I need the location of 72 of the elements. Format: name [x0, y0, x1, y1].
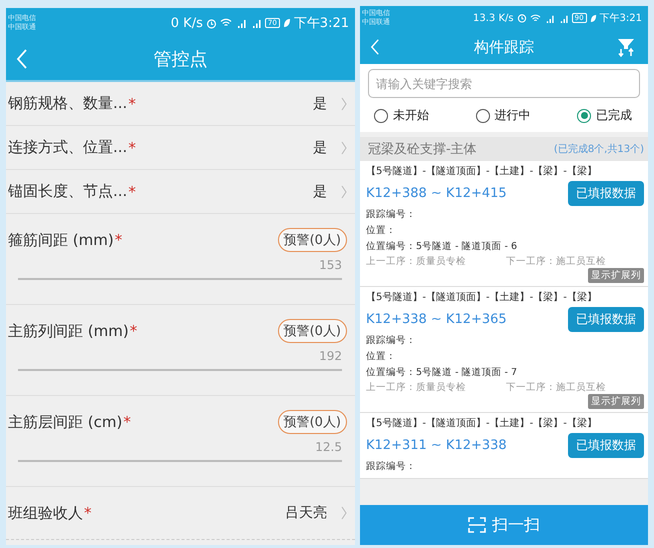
- form-row[interactable]: 锚固长度、节点...* 是: [6, 170, 355, 214]
- previous-step: 上一工序：质量员专检: [366, 255, 466, 268]
- required-mark: *: [128, 94, 136, 112]
- field-value: 吕天亮: [285, 504, 327, 522]
- warning-badge[interactable]: 预警(0人): [278, 228, 347, 252]
- required-mark: *: [123, 413, 131, 431]
- required-mark: *: [114, 231, 122, 249]
- card-field: 跟踪编号：: [366, 459, 644, 475]
- field-label: 班组验收人: [8, 504, 83, 522]
- network-speed: 0 K/s: [170, 16, 203, 30]
- previous-step: 上一工序：质量员专检: [366, 381, 466, 394]
- field-label: 连接方式、位置...: [8, 138, 128, 157]
- network-speed: 13.3 K/s: [473, 12, 514, 24]
- card-field: 位置编号：5号隧道 - 隧道顶面 - 7: [366, 365, 644, 381]
- radio-label[interactable]: 未开始: [393, 107, 429, 124]
- field-label: 钢筋规格、数量...: [8, 94, 128, 113]
- input-field[interactable]: 153: [18, 258, 342, 280]
- field-label: 锚固长度、节点...: [8, 182, 128, 201]
- radio-button[interactable]: [476, 108, 490, 122]
- input-field[interactable]: 12.5: [18, 440, 342, 462]
- page-title: 管控点: [154, 48, 208, 71]
- wifi-icon: [530, 14, 541, 22]
- page-title: 构件跟踪: [474, 38, 534, 56]
- leaf-icon: [590, 14, 597, 22]
- component-path: 【5号隧道】-【隧道顶面】-【土建】-【梁】-【梁】: [366, 291, 598, 305]
- warning-badge[interactable]: 预警(0人): [278, 410, 347, 434]
- card-field: 位置：: [366, 223, 644, 239]
- radio-button[interactable]: [577, 108, 591, 122]
- clock-time: 下午3:21: [294, 15, 349, 32]
- field-value: 是: [313, 182, 327, 200]
- mileage-range: K12+338 ~ K12+365: [366, 312, 507, 326]
- card-field: 跟踪编号：: [366, 333, 644, 349]
- required-mark: *: [128, 182, 136, 200]
- card-field: 跟踪编号：: [366, 207, 644, 223]
- required-mark: *: [130, 322, 138, 340]
- mileage-range: K12+311 ~ K12+338: [366, 438, 507, 452]
- form-row[interactable]: 钢筋规格、数量...* 是: [6, 82, 355, 126]
- radio-label[interactable]: 已完成: [596, 107, 632, 124]
- field-label: 箍筋间距 (mm): [8, 230, 114, 250]
- field-value: 是: [313, 138, 327, 156]
- mileage-range: K12+388 ~ K12+415: [366, 186, 507, 200]
- component-path: 【5号隧道】-【隧道顶面】-【土建】-【梁】-【梁】: [366, 417, 598, 431]
- required-mark: *: [128, 138, 136, 156]
- field-label: 主筋列间距 (mm): [8, 322, 129, 340]
- section-summary: (已完成8个,共13个): [554, 142, 644, 156]
- input-field[interactable]: 192: [18, 349, 342, 371]
- field-label: 主筋层间距 (cm): [8, 412, 122, 432]
- chevron-icon: [341, 96, 347, 110]
- field-value: 是: [313, 94, 327, 112]
- card-field: 位置：: [366, 349, 644, 365]
- radio-button[interactable]: [374, 108, 388, 122]
- wifi-icon: [220, 18, 232, 28]
- next-step: 下一工序：施工员互检: [506, 381, 606, 394]
- next-step: 下一工序：施工员互检: [506, 255, 606, 268]
- leaf-icon: [282, 18, 291, 28]
- clock-time: 下午3:21: [600, 12, 642, 25]
- required-mark: *: [84, 504, 92, 522]
- scan-icon: [468, 517, 486, 533]
- chevron-icon: [341, 184, 347, 198]
- component-path: 【5号隧道】-【隧道顶面】-【土建】-【梁】-【梁】: [366, 165, 598, 179]
- chevron-icon: [341, 506, 347, 520]
- chevron-icon: [341, 140, 347, 154]
- alarm-icon: [206, 18, 217, 28]
- search-field[interactable]: 请输入关键字搜索: [368, 69, 640, 98]
- component-card[interactable]: 【5号隧道】-【隧道顶面】-【土建】-【梁】-【梁】 K12+311 ~ K12+338 已填报数据 跟踪编号：: [360, 413, 648, 479]
- filter-sort-icon[interactable]: [616, 37, 636, 57]
- alarm-icon: [516, 13, 527, 23]
- warning-badge[interactable]: 预警(0人): [278, 319, 347, 343]
- section-title: 冠梁及砼支撑-主体: [368, 141, 477, 158]
- radio-label[interactable]: 进行中: [494, 107, 530, 124]
- form-row[interactable]: 连接方式、位置...* 是: [6, 126, 355, 170]
- card-field: 位置编号：5号隧道 - 隧道顶面 - 6: [366, 239, 644, 255]
